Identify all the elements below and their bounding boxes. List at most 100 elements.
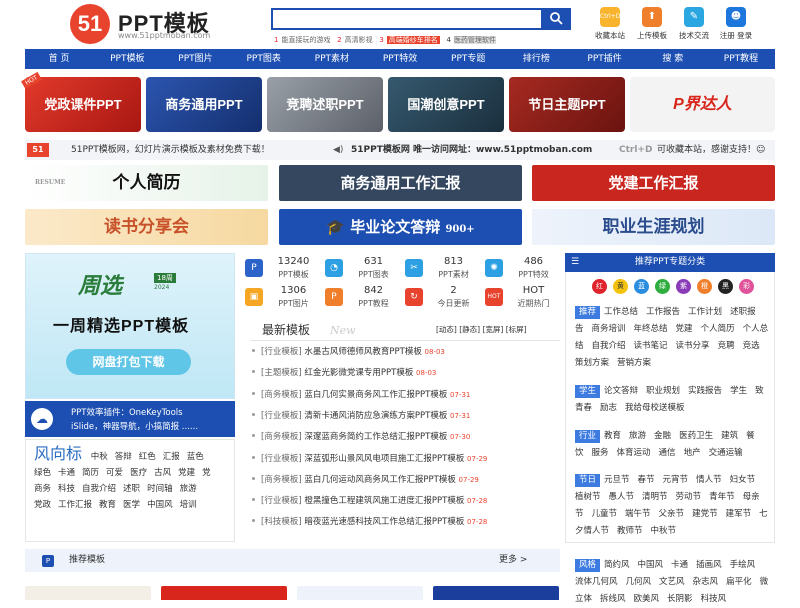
item-category[interactable]: [商务模板]	[261, 475, 302, 485]
item-category[interactable]: [科技模板]	[261, 517, 302, 527]
topic-link[interactable]: 情人节	[696, 475, 722, 485]
tag-link[interactable]: 医学	[123, 500, 140, 510]
topic-link[interactable]: 端午节	[625, 509, 651, 519]
topic-link[interactable]: 建党节	[692, 509, 718, 519]
topic-link[interactable]: 中国风	[638, 560, 664, 570]
filter-dynamic[interactable]: [动态]	[436, 325, 457, 334]
ad-party-report[interactable]: 党建工作汇报	[532, 165, 775, 201]
template-thumbnail[interactable]	[161, 586, 287, 600]
more-link[interactable]: 更多 >	[499, 549, 527, 572]
topic-link[interactable]: 体育运动	[617, 448, 651, 458]
topic-link[interactable]: 职业规划	[646, 386, 680, 396]
item-category[interactable]: [行业模板]	[261, 411, 302, 421]
topic-link[interactable]: 劳动节	[676, 492, 702, 502]
topic-link[interactable]: 简约风	[604, 560, 630, 570]
stat-PPT图片[interactable]: ▣ 1306 PPT图片	[241, 284, 320, 310]
search-input[interactable]	[271, 8, 543, 30]
topic-link[interactable]: 杂志风	[693, 577, 719, 587]
ad-resume[interactable]: RESUME 个人简历	[25, 165, 268, 201]
item-title[interactable]: 红金光影微党课专用PPT模板	[304, 368, 413, 378]
template-list-item[interactable]: [行业模板] 水墨古风师德师风教育PPT模板 08-03	[250, 342, 550, 362]
item-category[interactable]: [主题模板]	[261, 368, 302, 378]
ad-reading[interactable]: 读书分享会	[25, 209, 268, 245]
tag-link[interactable]: 工作汇报	[58, 500, 92, 510]
topic-link[interactable]: 我给母校送模板	[625, 403, 685, 413]
tag-link[interactable]: 时间轴	[147, 484, 173, 494]
template-list-item[interactable]: [商务模板] 深邃蓝商务简约工作总结汇报PPT模板 07-30	[250, 427, 550, 447]
topic-link[interactable]: 励志	[600, 403, 617, 413]
color-filter-黑[interactable]: 黑	[718, 279, 733, 294]
tag-link[interactable]: 科技	[58, 484, 75, 494]
topic-link[interactable]: 欧美风	[634, 594, 660, 604]
nav-ppt-tutorials[interactable]: PPT教程	[707, 49, 775, 69]
template-list-item[interactable]: [科技模板] 暗夜蓝光速感科技风工作总结汇报PPT模板 07-28	[250, 512, 550, 532]
tag-link[interactable]: 蓝色	[187, 452, 204, 462]
topic-link[interactable]: 儿童节	[592, 509, 618, 519]
stat-PPT图表[interactable]: ◔ 631 PPT图表	[321, 255, 400, 281]
template-thumbnail[interactable]	[297, 586, 423, 600]
banner-party-courseware[interactable]: 党政课件PPT	[25, 77, 141, 132]
topic-link[interactable]: 教师节	[617, 526, 643, 536]
topic-link[interactable]: 医药卫生	[679, 431, 713, 441]
tag-link[interactable]: 中秋	[91, 452, 108, 462]
nav-home[interactable]: 首 页	[25, 49, 93, 69]
netdisk-download-button[interactable]: 网盘打包下载	[66, 349, 191, 375]
topic-link[interactable]: 个人简历	[701, 324, 735, 334]
topic-link[interactable]: 地产	[684, 448, 701, 458]
topic-link[interactable]: 妇女节	[730, 475, 756, 485]
template-list-item[interactable]: [行业模板] 深蓝弧形山景风风电项目施工汇报PPT模板 07-29	[250, 449, 550, 469]
item-title[interactable]: 水墨古风师德师风教育PPT模板	[304, 347, 421, 357]
upload-button[interactable]: ⬆ 上传模板	[632, 7, 672, 41]
topic-link[interactable]: 青年节	[709, 492, 735, 502]
topic-link[interactable]: 卡通	[671, 560, 688, 570]
tag-link[interactable]: 绿色	[34, 468, 51, 478]
ad-career[interactable]: 职业生涯规划	[532, 209, 775, 245]
color-filter-彩[interactable]: 彩	[739, 279, 754, 294]
stat-PPT素材[interactable]: ✂ 813 PPT素材	[401, 255, 480, 281]
nav-ppt-images[interactable]: PPT图片	[161, 49, 229, 69]
nav-search[interactable]: 搜 索	[639, 49, 707, 69]
topic-link[interactable]: 中秋节	[651, 526, 677, 536]
topic-link[interactable]: 建筑	[721, 431, 738, 441]
tag-link[interactable]: 红色	[139, 452, 156, 462]
item-category[interactable]: [行业模板]	[261, 496, 302, 506]
stat-PPT教程[interactable]: P 842 PPT教程	[321, 284, 400, 310]
tag-link[interactable]: 教育	[99, 500, 116, 510]
filter-widescreen[interactable]: [宽屏]	[483, 325, 504, 334]
item-title[interactable]: 橙黑撞色工程建筑风施工进度汇报PPT模板	[304, 496, 464, 506]
topic-link[interactable]: 教育	[604, 431, 621, 441]
template-list-item[interactable]: [行业模板] 橙黑撞色工程建筑风施工进度汇报PPT模板 07-28	[250, 491, 550, 511]
color-filter-紫[interactable]: 紫	[676, 279, 691, 294]
banner-festival[interactable]: 节日主题PPT	[509, 77, 625, 132]
color-filter-红[interactable]: 红	[592, 279, 607, 294]
tag-link[interactable]: 古风	[154, 468, 171, 478]
tag-link[interactable]: 汇报	[163, 452, 180, 462]
nav-ppt-effects[interactable]: PPT特效	[366, 49, 434, 69]
nav-ppt-templates[interactable]: PPT模板	[93, 49, 161, 69]
ad-thesis[interactable]: 🎓 毕业论文答辩 900+	[279, 209, 522, 245]
banner-business[interactable]: 商务通用PPT	[146, 77, 262, 132]
template-list-item[interactable]: [商务模板] 蓝白几何运动风商务风工作汇报PPT模板 07-29	[250, 470, 550, 490]
stat-今日更新[interactable]: ↻ 2 今日更新	[401, 284, 480, 310]
topic-link[interactable]: 长阴影	[667, 594, 693, 604]
template-list-item[interactable]: [主题模板] 红金光影微党课专用PPT模板 08-03	[250, 363, 550, 383]
filter-static[interactable]: [静态]	[459, 325, 480, 334]
topic-link[interactable]: 春节	[638, 475, 655, 485]
topic-link[interactable]: 植树节	[575, 492, 601, 502]
tag-link[interactable]: 医疗	[130, 468, 147, 478]
topic-link[interactable]: 营销方案	[617, 358, 651, 368]
tag-link[interactable]: 党政	[34, 500, 51, 510]
topic-link[interactable]: 交通运输	[709, 448, 743, 458]
topic-link[interactable]: 商务培训	[592, 324, 626, 334]
nav-rankings[interactable]: 排行榜	[502, 49, 570, 69]
item-category[interactable]: [行业模板]	[261, 454, 302, 464]
template-list-item[interactable]: [商务模板] 蓝白几何实景商务风工作汇报PPT模板 07-31	[250, 385, 550, 405]
search-button[interactable]	[541, 8, 571, 30]
stat-PPT特效[interactable]: ✺ 486 PPT特效	[481, 255, 560, 281]
topic-link[interactable]: 元宵节	[663, 475, 689, 485]
ad-business-report[interactable]: 商务通用工作汇报	[279, 165, 522, 201]
hot-key-link[interactable]: 高清影视	[345, 36, 373, 44]
item-title[interactable]: 蓝白几何运动风商务风工作汇报PPT模板	[304, 475, 455, 485]
tag-link[interactable]: 卡通	[58, 468, 75, 478]
topic-link[interactable]: 竞选	[743, 341, 760, 351]
